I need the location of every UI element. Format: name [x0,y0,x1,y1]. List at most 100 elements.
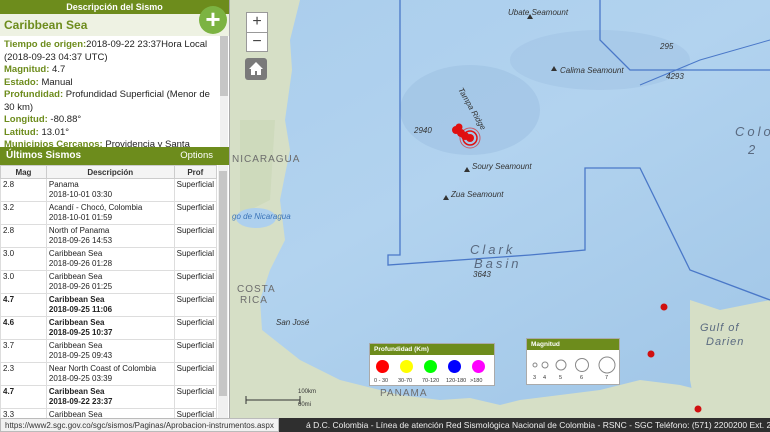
time-text: 2018-09-22 23:37 [48,397,113,406]
options-menu[interactable]: Options [180,147,213,165]
earthquake-detail-panel: Descripción del Sismo Caribbean Sea + Ti… [0,0,230,147]
ubate-seamount-label: Ubate Seamount [508,8,569,17]
table-row[interactable]: 4.6 Caribbean Sea 2018-09-25 10:37 Superfic… [0,316,218,340]
table-row[interactable]: 4.7 Caribbean Sea 2018-09-22 23:37 Superfic… [0,385,218,409]
costa-label: COSTA [237,284,276,295]
description-cell: Caribbean Sea 2018-09-26 01:25 [45,270,175,294]
status-bar: á D.C. Colombia - Línea de atención Red … [0,418,770,432]
detail-row: Estado: Manual [4,77,219,90]
detail-value: Manual [38,76,73,88]
depth-range-label: >180 [470,378,483,384]
depth-2940-label: 2940 [414,126,432,135]
colombia-basin-num-label: 2 [748,142,759,157]
time-text: 2018-09-25 03:39 [48,374,113,383]
description-cell: Caribbean Sea 2018-09-22 23:37 [45,385,175,409]
zua-seamount-label: Zua Seamount [451,190,504,199]
clark-label: Clark [470,242,516,257]
detail-key: Tiempo de origen: [4,39,87,50]
depth-legend-title: Profundidad (Km) [370,344,494,355]
lago-label: go de Nicaragua [232,212,291,221]
prof-cell: Superficial [173,201,218,225]
detail-row: Latitud: 13.01° [4,127,219,140]
time-text: 2018-09-26 01:25 [48,282,113,291]
gulf-label: Gulf of [700,322,740,334]
depth-range-label: 120-180 [446,378,467,384]
depth-range-label: 0 - 30 [374,378,389,384]
san-jose-label: San José [276,318,310,327]
depth-legend: Profundidad (Km) 0 - 30 30-70 70-120 120-18… [369,343,495,386]
time-text: 2018-09-25 09:43 [48,351,113,360]
table-row[interactable]: 3.0 Caribbean Sea 2018-09-26 01:25 Superfic… [0,270,218,294]
scale-km: 100km [298,389,317,395]
detail-value: 13.01° [38,126,70,138]
depth-4293-label: 4293 [666,72,684,81]
mag-cell: 3.0 [0,247,47,271]
depth-color-dot [472,360,485,373]
depth-color-dot [376,360,389,373]
place-text: Caribbean Sea [48,318,105,327]
place-text: Caribbean Sea [48,341,103,350]
magnitude-label: 5 [559,375,563,381]
scale-mi: 60mi [298,402,312,408]
mag-cell: 2.8 [0,178,47,202]
table-row[interactable]: 2.3 Near North Coast of Colombia 2018-09-2… [0,362,218,386]
description-cell: Caribbean Sea 2018-09-26 01:28 [45,247,175,271]
magnitude-legend: Magnitud 34 5 6 7 [526,338,620,385]
mag-cell: 3.0 [0,270,47,294]
col-description[interactable]: Descripción [45,165,175,179]
magnitude-legend-title: Magnitud [527,339,619,350]
table-row[interactable]: 2.8 North of Panama 2018-09-26 14:53 Superf… [0,224,218,248]
add-button[interactable]: + [199,6,227,34]
time-text: 2018-09-26 14:53 [48,236,113,245]
table-row[interactable]: 2.8 Panama 2018-10-01 03:30 Superficial [0,178,218,202]
list-scrollbar[interactable] [218,165,228,418]
prof-cell: Superficial [173,224,218,248]
footer-text: á D.C. Colombia - Línea de atención Red … [306,420,770,430]
description-cell: Near North Coast of Colombia 2018-09-25 0… [45,362,175,386]
plus-icon: + [205,4,221,34]
status-url: https://www2.sgc.gov.co/sgc/sismos/Pagin… [0,418,279,432]
prof-cell: Superficial [173,270,218,294]
detail-key: Municipios Cercanos: [4,139,103,147]
list-title: Últimos Sismos [6,150,82,161]
col-mag[interactable]: Mag [0,165,47,179]
description-cell: Acandí - Chocó, Colombia 2018-10-01 01:59 [45,201,175,225]
mag-cell: 4.7 [0,385,47,409]
table-row[interactable]: 3.0 Caribbean Sea 2018-09-26 01:28 Superfic… [0,247,218,271]
nicaragua-label: NICARAGUA [232,154,301,165]
prof-cell: Superficial [173,293,218,317]
description-cell: Caribbean Sea 2018-09-25 09:43 [45,339,175,363]
prof-cell: Superficial [173,385,218,409]
detail-scrollbar[interactable] [220,36,228,147]
zoom-out-button[interactable]: − [246,32,268,52]
depth-range-label: 70-120 [422,378,440,384]
soury-seamount-label: Soury Seamount [472,162,532,171]
magnitude-label: 7 [605,375,609,381]
zoom-in-button[interactable]: + [246,12,268,32]
depth-color-dot [448,360,461,373]
detail-row: Tiempo de origen:2018-09-22 23:37Hora Lo… [4,39,219,64]
table-row[interactable]: 3.7 Caribbean Sea 2018-09-25 09:43 Superfic… [0,339,218,363]
prof-cell: Superficial [173,339,218,363]
detail-value: 4.7 [49,64,66,75]
detail-row: Profundidad: Profundidad Superficial (Me… [4,89,219,114]
description-cell: Caribbean Sea 2018-09-25 10:37 [45,316,175,340]
col-prof[interactable]: Prof [173,165,218,179]
basin-label: Basin [474,256,522,271]
calima-seamount-label: Calima Seamount [560,66,624,75]
detail-key: Estado: [4,76,39,88]
place-text: Acandí - Chocó, Colombia [48,203,143,212]
table-row[interactable]: 3.2 Acandí - Chocó, Colombia 2018-10-01 01… [0,201,218,225]
place-text: Caribbean Sea [48,249,103,258]
detail-row: Longitud: -80.88° [4,114,219,127]
detail-row: Magnitud: 4.7 [4,64,219,77]
prof-cell: Superficial [173,316,218,340]
description-cell: Caribbean Sea 2018-09-25 11:06 [45,293,175,317]
earthquake-table: Mag Descripción Prof 2.8 Panama 2018-10-01… [0,165,218,432]
magnitude-label: 3 [533,375,537,381]
mag-cell: 4.6 [0,316,47,340]
home-button[interactable] [245,58,267,80]
mag-cell: 3.2 [0,201,47,225]
table-row[interactable]: 4.7 Caribbean Sea 2018-09-25 11:06 Superfic… [0,293,218,317]
darien-label: Darien [706,336,745,348]
